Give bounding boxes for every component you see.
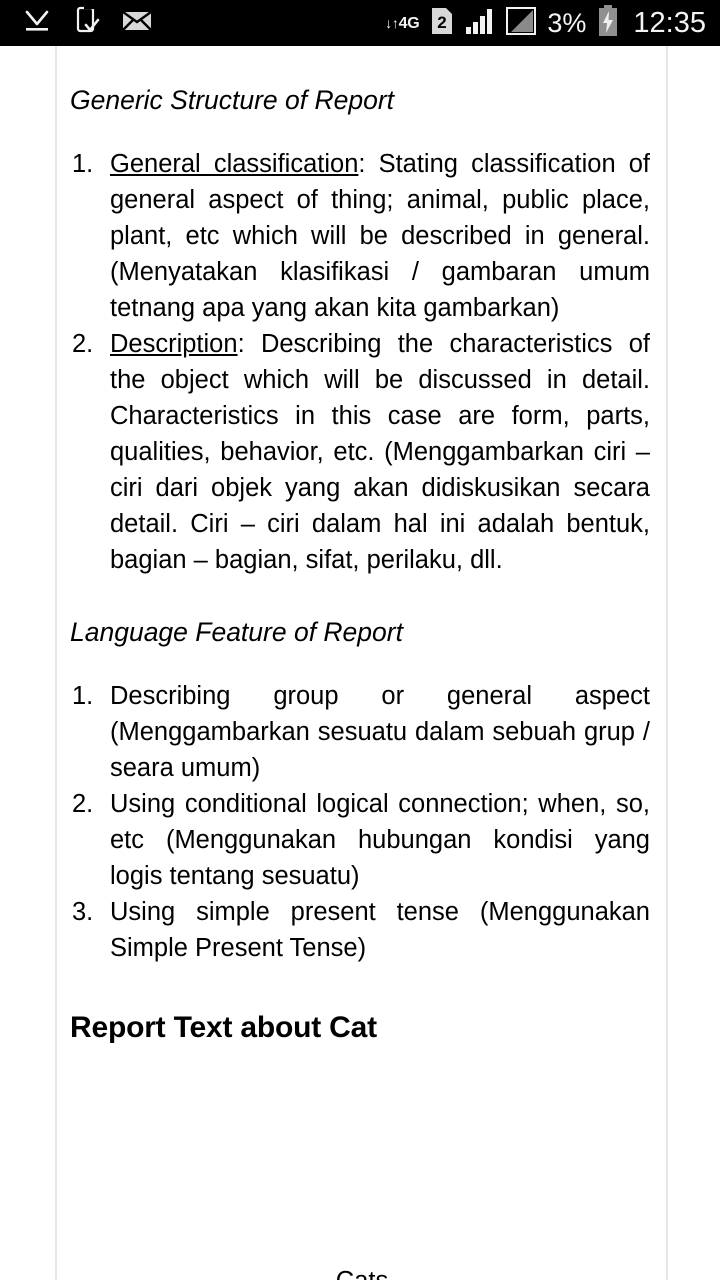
list-item-text: Using simple present tense (Menggunakan … (110, 898, 650, 962)
list-item-body: General classification: Stating classifi… (110, 146, 650, 326)
battery-percent-label: 3% (547, 7, 587, 38)
list-item-term: General classification (110, 150, 359, 178)
list-marker: 2. (72, 790, 94, 818)
mail-icon (122, 10, 152, 37)
phone-check-icon (74, 5, 100, 41)
list-marker: 2. (72, 330, 94, 358)
status-bar[interactable]: ↓↑ 4G 2 3% 12:35 (0, 0, 720, 46)
download-complete-icon (22, 8, 52, 39)
signal-strength-icon (465, 7, 495, 40)
document-content: Generic Structure of Report 1. General c… (58, 46, 666, 1280)
list-item: 1. Describing group or general aspect (M… (70, 678, 650, 786)
language-feature-list: 1. Describing group or general aspect (M… (70, 678, 650, 966)
status-bar-notification-icons (22, 5, 387, 41)
list-item-term: Description (110, 330, 238, 358)
network-type-label: 4G (398, 14, 420, 32)
list-item: 2. Using conditional logical connection;… (70, 786, 650, 894)
data-transfer-arrows-icon: ↓↑ (385, 14, 399, 31)
left-margin-rule (55, 46, 57, 1280)
list-marker: 3. (72, 898, 94, 926)
list-item-text: Describing group or general aspect (Meng… (110, 682, 650, 782)
sim-card-icon: 2 (430, 6, 454, 41)
list-item-text: Using conditional logical connection; wh… (110, 790, 650, 890)
heading-generic-structure: Generic Structure of Report (70, 85, 395, 115)
list-item: 2. Description: Describing the character… (70, 326, 650, 578)
second-signal-icon (506, 6, 537, 40)
document-page[interactable]: Generic Structure of Report 1. General c… (0, 46, 720, 1280)
bottom-partial-paragraph: Cats (58, 1263, 666, 1280)
battery-charging-icon (597, 4, 619, 42)
generic-structure-list: 1. General classification: Stating class… (70, 146, 650, 578)
list-marker: 1. (72, 682, 94, 710)
svg-text:2: 2 (438, 13, 447, 32)
list-item-text: : Describing the characteristics of the … (110, 330, 650, 574)
clock-label: 12:35 (633, 6, 706, 39)
right-margin-rule (666, 46, 668, 1280)
heading-language-feature: Language Feature of Report (70, 617, 403, 647)
list-item-body: Description: Describing the characterist… (110, 326, 650, 578)
heading-report-text-about-cat: Report Text about Cat (70, 1011, 377, 1044)
list-marker: 1. (72, 150, 94, 178)
network-type-indicator: ↓↑ 4G (385, 14, 420, 32)
list-item: 3. Using simple present tense (Menggunak… (70, 894, 650, 966)
status-bar-system-icons: ↓↑ 4G 2 3% 12:35 (385, 4, 706, 42)
list-item: 1. General classification: Stating class… (70, 146, 650, 326)
